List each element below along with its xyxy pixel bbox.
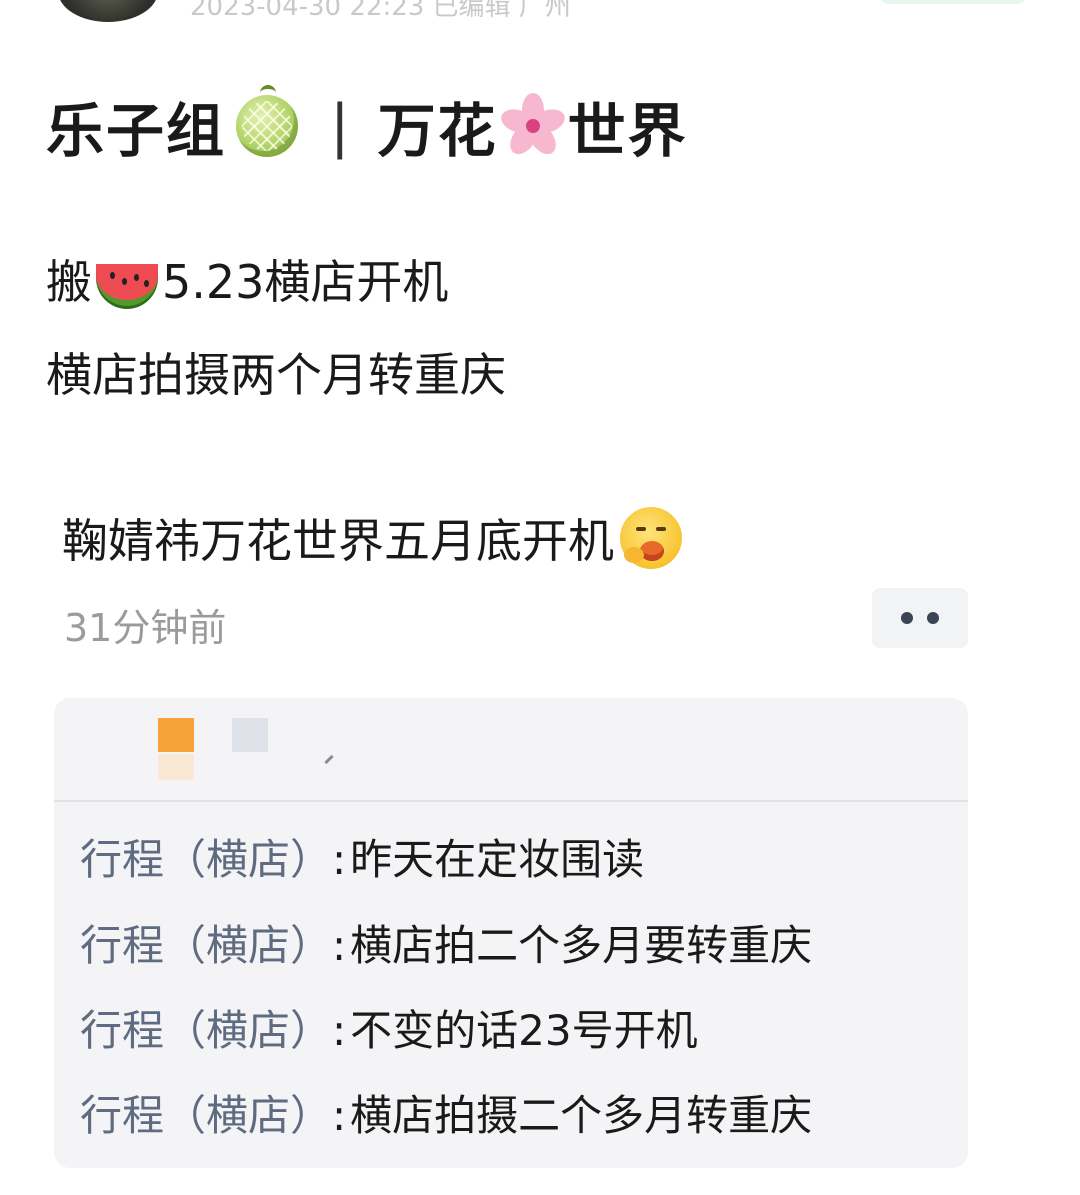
orange-square-shadow bbox=[158, 754, 194, 780]
post-header: 2023-04-30 22:23 已编辑 广州 bbox=[0, 0, 1080, 30]
avatar[interactable] bbox=[58, 0, 158, 22]
comment-time: 31分钟前 bbox=[64, 606, 227, 650]
schedule-row: 行程（横店）:不变的话23号开机 bbox=[80, 1006, 698, 1055]
eating-face-icon bbox=[620, 507, 682, 569]
post-title: 乐子组 | 万花 世界 bbox=[46, 85, 688, 166]
row-text: 不变的话23号开机 bbox=[350, 1006, 698, 1055]
more-dots-icon bbox=[927, 612, 939, 624]
line1-suffix: 5.23横店开机 bbox=[162, 255, 449, 309]
card-header bbox=[54, 698, 968, 800]
row-text: 昨天在定妆围读 bbox=[350, 835, 645, 884]
tick-mark bbox=[324, 754, 334, 765]
quote-text: 鞠婧祎万花世界五月底开机 bbox=[62, 514, 614, 568]
row-text: 横店拍二个多月要转重庆 bbox=[350, 921, 813, 970]
watermelon-icon bbox=[96, 264, 158, 306]
row-text: 横店拍摄二个多月转重庆 bbox=[350, 1091, 813, 1140]
more-dots-icon bbox=[901, 612, 913, 624]
cherry-blossom-icon bbox=[497, 93, 568, 160]
schedule-row: 行程（横店）:昨天在定妆围读 bbox=[80, 835, 645, 884]
line1-prefix: 搬 bbox=[46, 255, 92, 309]
schedule-row: 行程（横店）:横店拍摄二个多月转重庆 bbox=[80, 1091, 813, 1140]
melon-icon bbox=[236, 85, 299, 157]
title-right: 世界 bbox=[567, 97, 688, 165]
schedule-row: 行程（横店）:横店拍二个多月要转重庆 bbox=[80, 921, 813, 970]
row-label: 行程（横店） bbox=[80, 1091, 333, 1140]
follow-button[interactable] bbox=[878, 0, 1028, 4]
post-line-1: 搬 5.23横店开机 bbox=[46, 244, 448, 314]
row-label: 行程（横店） bbox=[80, 1006, 333, 1055]
orange-square-icon bbox=[158, 718, 194, 752]
post-line-2: 横店拍摄两个月转重庆 bbox=[46, 348, 506, 402]
card-divider bbox=[54, 800, 968, 802]
quoted-comment: 鞠婧祎万花世界五月底开机 bbox=[62, 500, 682, 576]
post-meta: 2023-04-30 22:23 已编辑 广州 bbox=[190, 0, 571, 22]
row-label: 行程（横店） bbox=[80, 835, 333, 884]
title-left: 乐子组 bbox=[46, 97, 227, 165]
grey-square-icon bbox=[232, 718, 268, 752]
more-button[interactable] bbox=[872, 588, 968, 648]
schedule-card: 行程（横店）:昨天在定妆围读 行程（横店）:横店拍二个多月要转重庆 行程（横店）… bbox=[54, 698, 968, 1168]
title-separator: | bbox=[330, 92, 352, 160]
title-mid: 万花 bbox=[377, 97, 498, 165]
row-label: 行程（横店） bbox=[80, 921, 333, 970]
